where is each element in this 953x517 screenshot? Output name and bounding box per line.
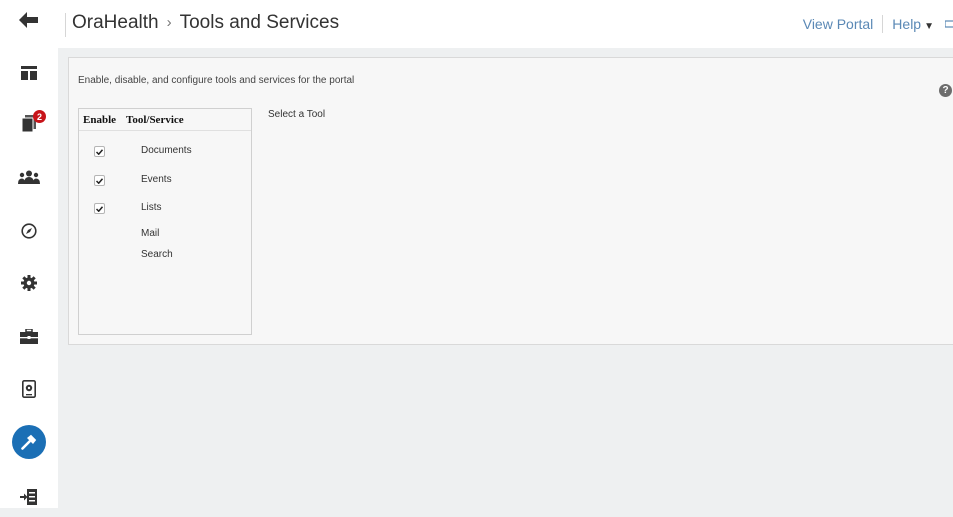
enable-checkbox[interactable] <box>94 203 105 214</box>
tool-name[interactable]: Search <box>141 249 173 260</box>
tool-name[interactable]: Events <box>141 174 172 185</box>
help-icon[interactable]: ? <box>939 84 952 97</box>
active-indicator <box>12 425 46 459</box>
table-row[interactable]: Mail <box>79 226 251 244</box>
checkmark-icon <box>96 205 103 212</box>
page-header: OraHealth › Tools and Services View Portal… <box>58 0 953 48</box>
people-icon <box>18 170 40 184</box>
gear-icon <box>21 275 37 291</box>
view-portal-link[interactable]: View Portal <box>803 16 874 32</box>
header-actions: View Portal Help ▼ <box>803 15 953 33</box>
settings-nav[interactable] <box>0 263 58 303</box>
column-header-tool-service: Tool/Service <box>126 114 184 126</box>
tools-services-panel: Enable, disable, and configure tools and… <box>68 57 953 345</box>
enable-checkbox[interactable] <box>94 146 105 157</box>
page-layout-icon <box>21 66 37 80</box>
breadcrumb-separator: › <box>166 14 172 31</box>
checkmark-icon <box>96 177 103 184</box>
caret-down-icon: ▼ <box>924 21 934 32</box>
help-menu-label: Help <box>892 16 922 32</box>
table-row[interactable]: Lists <box>79 200 251 218</box>
enable-checkbox[interactable] <box>94 175 105 186</box>
table-row[interactable]: Search <box>79 247 251 265</box>
navigation-nav[interactable] <box>0 211 58 251</box>
tool-name[interactable]: Lists <box>141 202 162 213</box>
page-layout-nav[interactable] <box>0 53 58 93</box>
notification-badge: 2 <box>33 110 46 123</box>
table-row[interactable]: Documents <box>79 143 251 161</box>
panel-description: Enable, disable, and configure tools and… <box>78 75 355 86</box>
checkmark-icon <box>96 148 103 155</box>
header-divider <box>65 13 66 37</box>
back-button[interactable] <box>0 0 58 40</box>
sign-out-icon <box>20 489 37 505</box>
column-header-enable: Enable <box>83 114 117 126</box>
left-nav-rail: 2 <box>0 0 58 508</box>
tools-nav[interactable] <box>0 316 58 356</box>
tools-table: Enable Tool/Service Documents Events Lists… <box>78 108 252 335</box>
breadcrumb-app-name[interactable]: OraHealth <box>72 12 159 33</box>
toolbox-icon <box>20 328 38 344</box>
device-settings-icon <box>22 380 36 398</box>
breadcrumb: OraHealth › Tools and Services <box>72 12 339 34</box>
tools-table-header: Enable Tool/Service <box>79 109 251 131</box>
documents-nav[interactable]: 2 <box>0 104 58 144</box>
compass-icon <box>21 223 37 239</box>
tool-name[interactable]: Mail <box>141 228 159 239</box>
help-menu[interactable]: Help ▼ <box>892 16 934 32</box>
sign-out-nav[interactable] <box>0 477 58 517</box>
tool-name[interactable]: Documents <box>141 145 192 156</box>
back-arrow-icon <box>19 12 38 28</box>
page-title: Tools and Services <box>179 12 340 33</box>
table-row[interactable]: Events <box>79 172 251 190</box>
device-settings-nav[interactable] <box>0 369 58 409</box>
user-menu-icon[interactable] <box>945 19 953 29</box>
members-nav[interactable] <box>0 157 58 197</box>
detail-prompt: Select a Tool <box>268 109 326 120</box>
hammer-icon <box>21 434 37 450</box>
header-action-divider <box>882 15 884 33</box>
administration-nav-active[interactable] <box>0 422 58 462</box>
